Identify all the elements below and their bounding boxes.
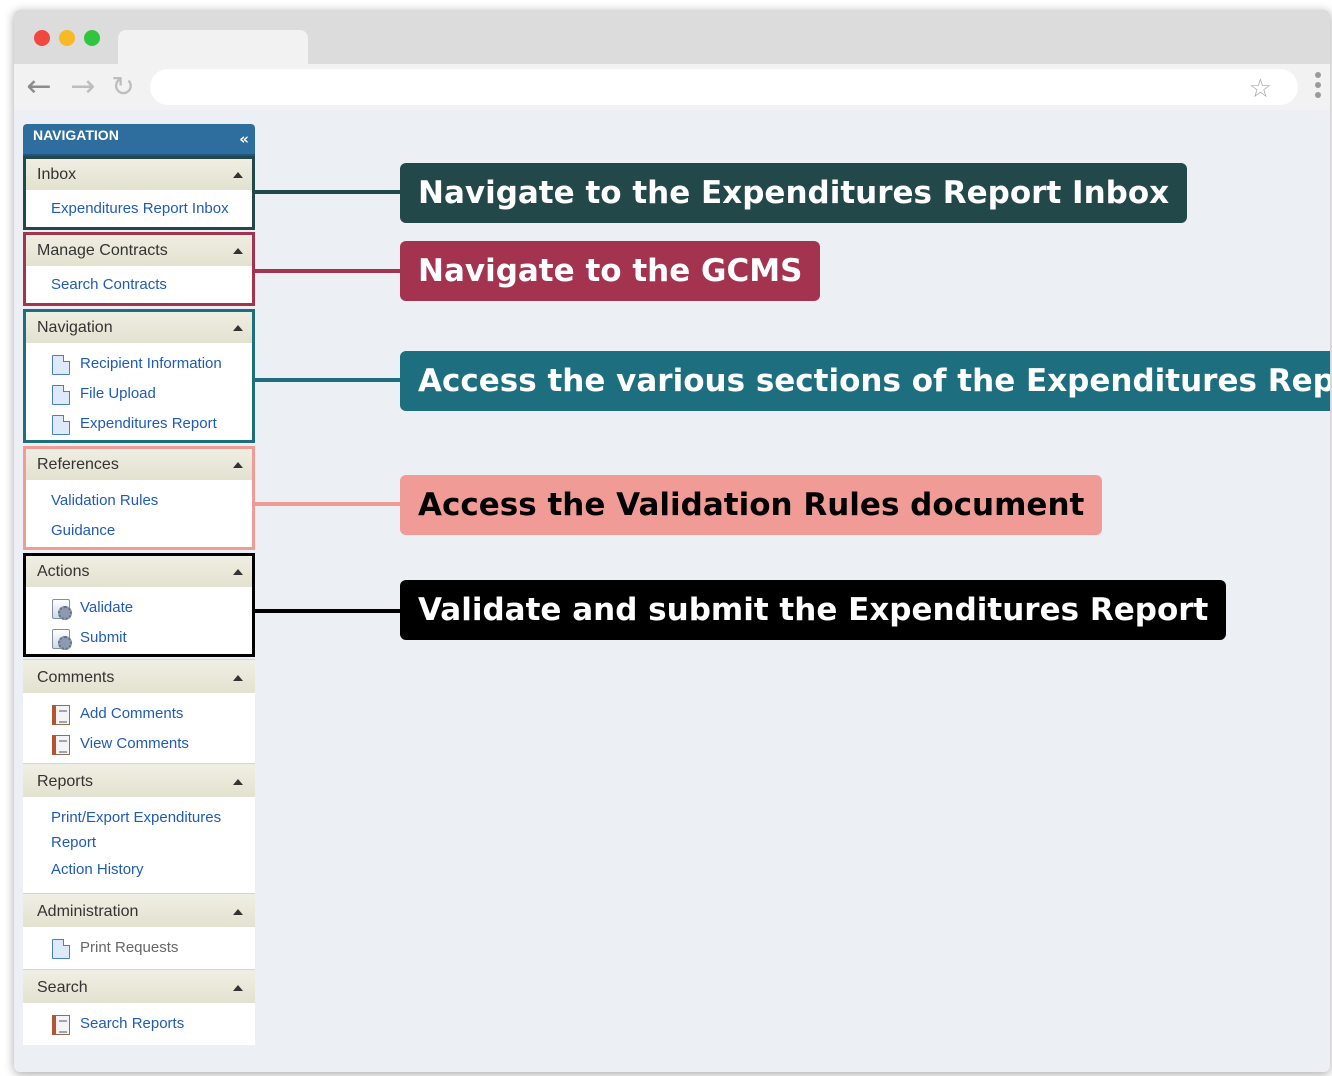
browser-tab-strip (14, 10, 1330, 64)
collapse-caret-icon[interactable] (233, 909, 243, 915)
document-icon (52, 415, 70, 435)
guidance-link[interactable]: Guidance (23, 516, 255, 546)
section-header-navigation[interactable]: Navigation (23, 309, 255, 343)
browser-toolbar: ← → ↻ ☆ (14, 64, 1330, 110)
document-icon (52, 385, 70, 405)
view-comments-link[interactable]: View Comments (23, 729, 255, 759)
submit-link[interactable]: Submit (23, 623, 255, 653)
section-manage-contracts: Manage Contracts Search Contracts (23, 232, 255, 306)
address-bar[interactable] (150, 69, 1298, 105)
section-title: Actions (37, 563, 90, 580)
sidebar-header: NAVIGATION « (23, 124, 255, 156)
link-label: Print Requests (80, 939, 179, 956)
callout-gcms: Navigate to the GCMS (400, 241, 821, 301)
section-title: References (37, 456, 119, 473)
callout-sections: Access the various sections of the Expen… (400, 351, 1330, 411)
link-label: Search Reports (80, 1015, 185, 1032)
add-comments-link[interactable]: Add Comments (23, 699, 255, 729)
callout-validate-submit: Validate and submit the Expenditures Rep… (400, 580, 1227, 640)
recipient-information-link[interactable]: Recipient Information (23, 349, 255, 379)
validate-link[interactable]: Validate (23, 593, 255, 623)
callout-validation-rules: Access the Validation Rules document (400, 475, 1103, 535)
section-inbox: Inbox Expenditures Report Inbox (23, 156, 255, 230)
section-search: Search Search Reports (23, 969, 255, 1045)
back-arrow-icon[interactable]: ← (22, 68, 56, 106)
print-export-expenditures-report-link[interactable]: Print/Export Expenditures Report (23, 805, 255, 855)
gear-icon (52, 629, 72, 650)
section-title: Inbox (37, 166, 77, 183)
link-label: Validate (80, 599, 134, 616)
bookmark-star-icon[interactable]: ☆ (1249, 74, 1272, 104)
maximize-window-button[interactable] (84, 30, 100, 46)
menu-dots-icon[interactable] (1314, 72, 1322, 104)
collapse-caret-icon[interactable] (233, 248, 243, 254)
collapse-caret-icon[interactable] (233, 325, 243, 331)
forward-arrow-icon[interactable]: → (66, 68, 100, 106)
browser-window: ← → ↻ ☆ NAVIGATION « Inbox Expenditures … (14, 10, 1330, 1072)
connector-navigation (255, 378, 401, 382)
expenditures-report-inbox-link[interactable]: Expenditures Report Inbox (23, 194, 255, 224)
connector-references (255, 502, 401, 506)
link-label: Submit (80, 629, 127, 646)
collapse-sidebar-icon[interactable]: « (239, 130, 249, 148)
section-reports: Reports Print/Export Expenditures Report… (23, 763, 255, 893)
search-contracts-link[interactable]: Search Contracts (23, 270, 255, 300)
section-navigation: Navigation Recipient Information File Up… (23, 309, 255, 443)
section-title: Manage Contracts (37, 242, 168, 259)
section-title: Comments (37, 669, 115, 686)
action-history-link[interactable]: Action History (23, 855, 255, 885)
link-label: View Comments (80, 735, 189, 752)
section-title: Reports (37, 773, 94, 790)
link-label: Recipient Information (80, 355, 222, 372)
section-header-references[interactable]: References (23, 446, 255, 480)
section-header-administration[interactable]: Administration (23, 893, 255, 927)
connector-actions (255, 609, 401, 613)
browser-tab[interactable] (118, 30, 308, 64)
search-reports-link[interactable]: Search Reports (23, 1009, 255, 1039)
minimize-window-button[interactable] (59, 30, 75, 46)
section-header-reports[interactable]: Reports (23, 763, 255, 797)
section-header-search[interactable]: Search (23, 969, 255, 1003)
connector-inbox (255, 190, 401, 194)
collapse-caret-icon[interactable] (233, 462, 243, 468)
section-title: Administration (37, 903, 139, 920)
reload-icon[interactable]: ↻ (106, 68, 140, 106)
document-icon (52, 355, 70, 375)
print-requests-link[interactable]: Print Requests (23, 933, 255, 963)
navigation-sidebar: NAVIGATION « Inbox Expenditures Report I… (23, 124, 255, 1045)
expenditures-report-link[interactable]: Expenditures Report (23, 409, 255, 439)
section-header-actions[interactable]: Actions (23, 553, 255, 587)
notebook-icon (52, 735, 70, 755)
section-actions: Actions Validate Submit (23, 553, 255, 657)
notebook-icon (52, 705, 70, 725)
callout-inbox: Navigate to the Expenditures Report Inbo… (400, 163, 1188, 223)
section-title: Navigation (37, 319, 113, 336)
gear-icon (52, 599, 72, 620)
section-references: References Validation Rules Guidance (23, 446, 255, 550)
file-upload-link[interactable]: File Upload (23, 379, 255, 409)
document-icon (52, 939, 70, 959)
link-label: Add Comments (80, 705, 184, 722)
link-label: Expenditures Report (80, 415, 217, 432)
link-label: File Upload (80, 385, 156, 402)
connector-manage-contracts (255, 269, 401, 273)
section-title: Search (37, 979, 88, 996)
section-header-inbox[interactable]: Inbox (23, 156, 255, 190)
validation-rules-link[interactable]: Validation Rules (23, 486, 255, 516)
collapse-caret-icon[interactable] (233, 779, 243, 785)
sidebar-title: NAVIGATION (33, 127, 119, 143)
collapse-caret-icon[interactable] (233, 172, 243, 178)
section-comments: Comments Add Comments View Comments (23, 659, 255, 763)
close-window-button[interactable] (34, 30, 50, 46)
section-header-manage-contracts[interactable]: Manage Contracts (23, 232, 255, 266)
notebook-icon (52, 1015, 70, 1035)
collapse-caret-icon[interactable] (233, 985, 243, 991)
collapse-caret-icon[interactable] (233, 569, 243, 575)
section-administration: Administration Print Requests (23, 893, 255, 969)
collapse-caret-icon[interactable] (233, 675, 243, 681)
section-header-comments[interactable]: Comments (23, 659, 255, 693)
